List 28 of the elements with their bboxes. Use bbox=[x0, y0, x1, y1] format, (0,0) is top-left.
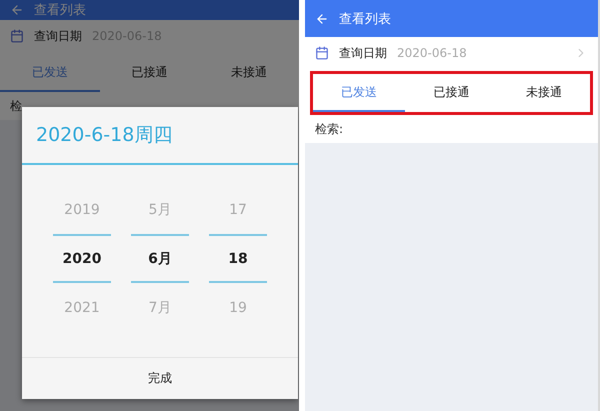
picker-item[interactable]: 18 bbox=[209, 234, 267, 283]
tab[interactable]: 已发送 bbox=[312, 74, 406, 112]
calendar-icon bbox=[314, 46, 329, 60]
date-value[interactable]: 2020-06-18 bbox=[396, 46, 564, 60]
picker-item[interactable]: 2021 bbox=[53, 283, 111, 332]
tab[interactable]: 未接通 bbox=[498, 74, 590, 112]
picker-item[interactable]: 6月 bbox=[131, 234, 189, 283]
date-label: 查询日期 bbox=[34, 28, 82, 44]
tab[interactable]: 已接通 bbox=[100, 54, 200, 92]
search-label: 检索: bbox=[314, 120, 344, 138]
tab[interactable]: 未接通 bbox=[199, 54, 299, 92]
picker-item[interactable]: 17 bbox=[209, 185, 267, 234]
dialog-title: 2020-6-18周四 bbox=[22, 107, 298, 165]
tab[interactable]: 已接通 bbox=[405, 74, 498, 112]
tab[interactable]: 已发送 bbox=[0, 54, 100, 92]
done-button[interactable]: 完成 bbox=[22, 357, 298, 399]
back-icon[interactable] bbox=[314, 12, 329, 26]
search-label: 检 bbox=[10, 98, 22, 114]
back-icon[interactable] bbox=[10, 3, 24, 17]
date-label: 查询日期 bbox=[338, 44, 387, 62]
calendar-icon bbox=[10, 29, 24, 43]
picker-item[interactable]: 19 bbox=[209, 283, 267, 332]
picker-item[interactable]: 7月 bbox=[131, 283, 189, 332]
picker-item[interactable]: 5月 bbox=[131, 185, 189, 234]
picker-item[interactable]: 2019 bbox=[53, 185, 111, 234]
picker-item[interactable]: 2020 bbox=[53, 234, 111, 283]
page-title: 查看列表 bbox=[338, 10, 391, 28]
page-title: 查看列表 bbox=[34, 2, 86, 19]
